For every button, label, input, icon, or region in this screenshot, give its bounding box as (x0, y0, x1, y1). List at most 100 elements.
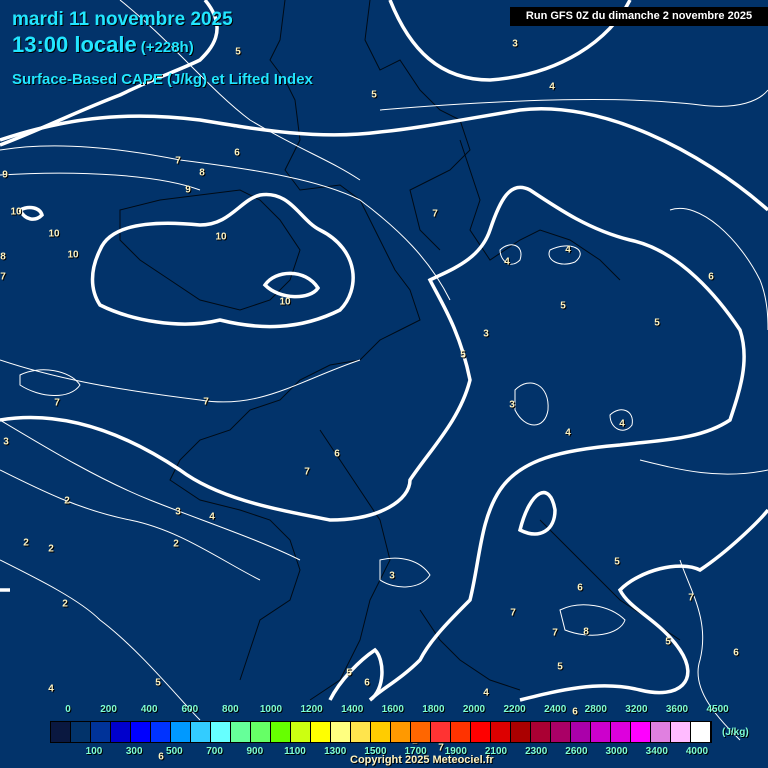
contour-label: 7 (552, 627, 558, 639)
legend-tick-bottom: 2600 (565, 746, 588, 757)
legend-swatch (311, 722, 331, 742)
legend-swatch (611, 722, 631, 742)
legend-swatch (651, 722, 671, 742)
cape-map (0, 0, 768, 741)
lifted-index-thin-contours (0, 0, 768, 741)
contour-label: 9 (185, 184, 191, 196)
contour-label: 10 (48, 228, 60, 240)
legend-swatch (691, 722, 711, 742)
contour-label: 7 (510, 607, 516, 619)
contour-label: 2 (48, 543, 54, 555)
contour-label: 10 (10, 206, 22, 218)
legend-tick-top: 0 (65, 704, 71, 715)
legend-swatch (391, 722, 411, 742)
contour-label: 7 (54, 397, 60, 409)
contour-label: 6 (577, 582, 583, 594)
parameter-title: Surface-Based CAPE (J/kg) et Lifted Inde… (12, 71, 313, 88)
contour-label: 10 (279, 296, 291, 308)
legend-swatch (411, 722, 431, 742)
copyright: Copyright 2025 Meteociel.fr (350, 754, 494, 766)
legend-tick-bottom: 500 (166, 746, 183, 757)
legend-tick-top: 400 (140, 704, 158, 715)
contour-label: 5 (371, 89, 377, 101)
contour-label: 2 (173, 538, 179, 550)
legend-tick-bottom: 1100 (284, 746, 306, 757)
contour-label: 4 (549, 81, 555, 93)
legend-tick-bottom: 4000 (685, 746, 709, 757)
contour-label: 5 (460, 349, 466, 361)
legend-tick-bottom: 900 (246, 746, 264, 757)
contour-label: 4 (483, 687, 489, 699)
contour-label: 3 (512, 38, 518, 50)
legend-tick-bottom: 2300 (525, 746, 548, 757)
legend-tick-top: 1200 (300, 704, 323, 715)
legend-swatch (451, 722, 471, 742)
contour-label: 6 (234, 147, 240, 159)
legend-tick-bottom: 3000 (605, 746, 628, 757)
legend-tick-top: 1600 (381, 704, 404, 715)
contour-label: 3 (483, 328, 489, 340)
cape-color-legend (50, 721, 712, 743)
legend-tick-top: 3200 (625, 704, 648, 715)
contour-label: 8 (583, 626, 589, 638)
contour-label: 7 (688, 592, 694, 604)
contour-label: 10 (67, 249, 79, 261)
contour-label: 6 (158, 751, 164, 763)
contour-label: 8 (199, 167, 205, 179)
legend-swatch (331, 722, 351, 742)
legend-swatch (291, 722, 311, 742)
contour-label: 5 (560, 300, 566, 312)
contour-label: 7 (0, 271, 6, 283)
contour-label: 5 (614, 556, 620, 568)
contour-label: 3 (389, 570, 395, 582)
contour-label: 4 (209, 511, 215, 523)
run-info: Run GFS 0Z du dimanche 2 novembre 2025 (510, 7, 768, 26)
legend-tick-top: 2400 (544, 704, 567, 715)
contour-label: 4 (48, 683, 54, 695)
contour-label: 6 (364, 677, 370, 689)
contour-label: 5 (155, 677, 161, 689)
legend-swatch (571, 722, 591, 742)
contour-label: 2 (62, 598, 68, 610)
legend-tick-top: 1800 (422, 704, 445, 715)
local-time: 13:00 locale (12, 32, 137, 57)
contour-label: 10 (215, 231, 227, 243)
legend-unit: (J/kg) (722, 727, 749, 738)
legend-swatch (91, 722, 111, 742)
legend-swatch (511, 722, 531, 742)
legend-swatch (211, 722, 231, 742)
contour-label: 3 (3, 436, 9, 448)
contour-label: 2 (23, 537, 29, 549)
legend-swatch (431, 722, 451, 742)
legend-swatch (231, 722, 251, 742)
contour-label: 3 (509, 399, 515, 411)
legend-tick-top: 2000 (462, 704, 486, 715)
contour-label: 7 (304, 466, 310, 478)
legend-swatch (51, 722, 71, 742)
legend-swatch (111, 722, 131, 742)
legend-swatch (271, 722, 291, 742)
legend-swatch (351, 722, 371, 742)
contour-label: 4 (619, 418, 625, 430)
legend-swatch (631, 722, 651, 742)
legend-tick-top: 3600 (665, 704, 689, 715)
contour-label: 7 (432, 208, 438, 220)
legend-tick-bottom: 100 (85, 746, 103, 757)
contour-label: 5 (654, 317, 660, 329)
lead-time: (+228h) (140, 39, 194, 56)
contour-label: 4 (504, 256, 510, 268)
contour-label: 6 (733, 647, 739, 659)
legend-tick-top: 1400 (341, 704, 364, 715)
contour-label: 6 (334, 448, 340, 460)
contour-label: 5 (346, 667, 352, 679)
legend-swatch (591, 722, 611, 742)
contour-label: 9 (2, 169, 8, 181)
legend-swatch (191, 722, 211, 742)
legend-tick-top: 800 (222, 704, 239, 715)
legend-swatch (531, 722, 551, 742)
contour-label: 5 (235, 46, 241, 58)
legend-tick-top: 4500 (706, 704, 729, 715)
legend-swatch (71, 722, 91, 742)
legend-tick-top: 1000 (259, 704, 283, 715)
legend-swatch (131, 722, 151, 742)
